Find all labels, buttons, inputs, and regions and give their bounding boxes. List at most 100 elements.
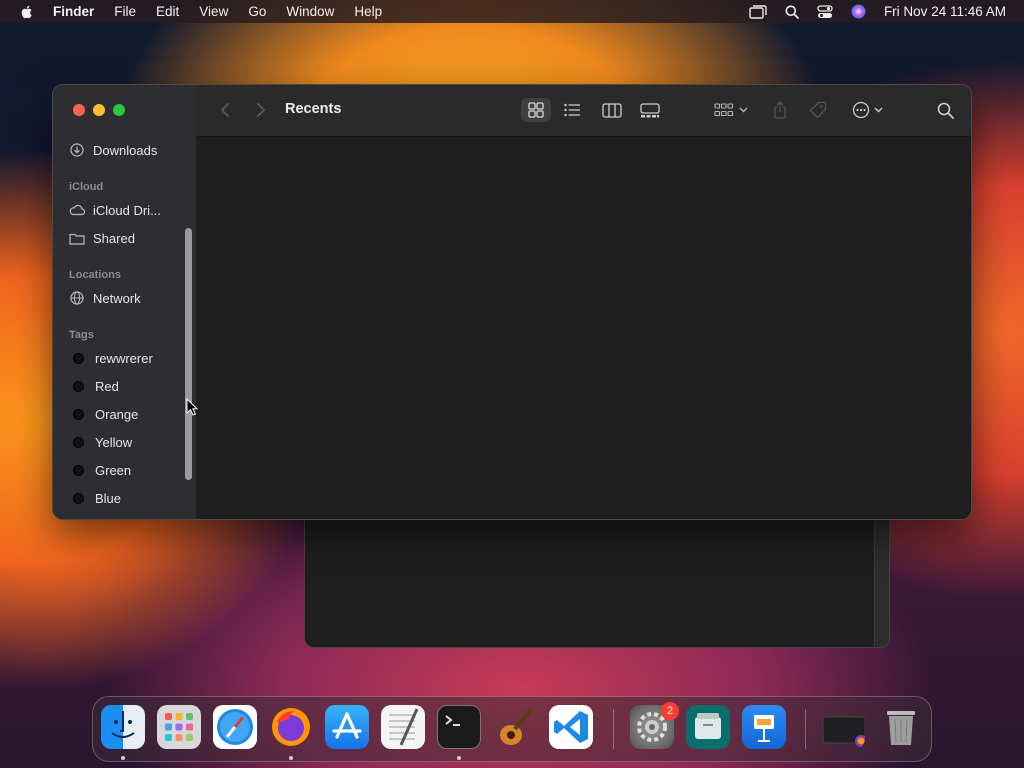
view-icons-button[interactable] xyxy=(521,98,551,122)
sidebar-item-label: Network xyxy=(93,290,141,306)
close-button[interactable] xyxy=(73,104,85,116)
view-gallery-button[interactable] xyxy=(635,98,665,122)
more-actions-icon xyxy=(852,101,869,119)
sidebar-item-label: iCloud Dri... xyxy=(93,202,161,218)
dock-downloads-stack-icon[interactable] xyxy=(821,705,865,749)
tag-dot-icon xyxy=(73,464,84,476)
menu-bar: Finder File Edit View Go Window Help Fri… xyxy=(0,0,1024,23)
more-actions-button[interactable] xyxy=(848,98,886,122)
menu-view[interactable]: View xyxy=(199,4,228,19)
dock-trash-icon[interactable] xyxy=(879,705,923,749)
file-browser-content[interactable] xyxy=(196,137,971,519)
dock-firefox-icon[interactable] xyxy=(269,705,313,749)
dock-launchpad-icon[interactable] xyxy=(157,705,201,749)
tag-dot-icon xyxy=(73,380,84,392)
gallery-view-icon xyxy=(640,102,660,117)
tag-dot-icon xyxy=(73,352,84,364)
mouse-pointer-icon xyxy=(186,398,198,416)
sidebar-item-shared[interactable]: Shared xyxy=(69,227,135,249)
sidebar-tag-orange[interactable]: Orange xyxy=(69,403,138,425)
tag-dot-icon xyxy=(73,492,84,504)
search-icon xyxy=(937,102,954,119)
menu-go[interactable]: Go xyxy=(248,4,266,19)
forward-button[interactable] xyxy=(252,98,270,122)
tags-button[interactable] xyxy=(807,98,829,122)
sidebar-tag-green[interactable]: Green xyxy=(69,459,131,481)
dock-textedit-icon[interactable] xyxy=(381,705,425,749)
apple-icon[interactable] xyxy=(19,4,35,20)
dock: 2 xyxy=(92,696,932,762)
dock-vscode-icon[interactable] xyxy=(549,705,593,749)
dock-separator xyxy=(613,709,614,749)
icon-view-icon xyxy=(528,102,544,118)
window-title: Recents xyxy=(285,101,342,117)
menu-bar-clock[interactable]: Fri Nov 24 11:46 AM xyxy=(884,4,1006,19)
sidebar-tag-yellow[interactable]: Yellow xyxy=(69,431,132,453)
finder-sidebar: Downloads iCloud iCloud Dri... Shared Lo… xyxy=(53,85,197,519)
dock-terminal-icon[interactable] xyxy=(437,705,481,749)
dock-archive-utility-icon[interactable] xyxy=(686,705,730,749)
sidebar-item-label: Red xyxy=(95,378,119,394)
menu-window[interactable]: Window xyxy=(286,4,334,19)
sidebar-item-downloads[interactable]: Downloads xyxy=(69,139,157,161)
sidebar-item-label: Yellow xyxy=(95,434,133,450)
sidebar-tag-red[interactable]: Red xyxy=(69,375,119,397)
share-button[interactable] xyxy=(769,98,791,122)
back-icon xyxy=(221,103,229,117)
sidebar-section-icloud: iCloud xyxy=(69,181,104,193)
group-icon xyxy=(714,103,734,117)
tag-icon xyxy=(809,101,827,119)
sidebar-tag-blue[interactable]: Blue xyxy=(69,487,121,509)
shared-folder-icon xyxy=(69,230,85,246)
minimize-button[interactable] xyxy=(93,104,105,116)
sidebar-scrollbar[interactable] xyxy=(185,228,192,480)
sidebar-item-label: Downloads xyxy=(93,142,158,158)
icloud-icon xyxy=(69,202,85,218)
view-list-button[interactable] xyxy=(558,98,586,122)
finder-window[interactable]: Downloads iCloud iCloud Dri... Shared Lo… xyxy=(52,84,972,520)
menu-edit[interactable]: Edit xyxy=(156,4,179,19)
forward-icon xyxy=(257,103,265,117)
running-indicator xyxy=(121,756,125,760)
chevron-down-icon xyxy=(739,107,748,113)
menu-bar-extras: Fri Nov 24 11:46 AM xyxy=(749,0,1024,23)
control-center-icon[interactable] xyxy=(817,4,833,19)
sidebar-item-label: Green xyxy=(95,462,132,478)
notification-badge: 2 xyxy=(661,702,679,720)
sidebar-item-label: Orange xyxy=(95,406,139,422)
finder-toolbar: Recents xyxy=(196,85,971,137)
downloads-icon xyxy=(69,142,85,158)
spotlight-search-icon[interactable] xyxy=(785,5,799,19)
network-icon xyxy=(69,290,85,306)
menu-file[interactable]: File xyxy=(114,4,136,19)
menu-help[interactable]: Help xyxy=(354,4,382,19)
screen-mirroring-icon[interactable] xyxy=(749,4,767,19)
sidebar-tag-rewwrerer[interactable]: rewwrerer xyxy=(69,347,153,369)
back-button[interactable] xyxy=(216,98,234,122)
dock-safari-icon[interactable] xyxy=(213,705,257,749)
share-icon xyxy=(774,101,786,119)
running-indicator xyxy=(289,756,293,760)
tag-dot-icon xyxy=(73,408,84,420)
sidebar-item-network[interactable]: Network xyxy=(69,287,141,309)
dock-app-store-icon[interactable] xyxy=(325,705,369,749)
sidebar-item-label: Shared xyxy=(93,230,135,246)
menu-app-name[interactable]: Finder xyxy=(53,4,94,19)
list-view-icon xyxy=(563,103,580,117)
dock-finder-icon[interactable] xyxy=(101,705,145,749)
search-button[interactable] xyxy=(934,98,956,122)
dock-keynote-icon[interactable] xyxy=(742,705,786,749)
chevron-down-icon xyxy=(874,107,882,113)
column-view-icon xyxy=(602,102,622,118)
zoom-button[interactable] xyxy=(113,104,125,116)
view-columns-button[interactable] xyxy=(597,98,627,122)
sidebar-item-icloud-drive[interactable]: iCloud Dri... xyxy=(69,199,161,221)
background-window[interactable] xyxy=(304,515,890,648)
sidebar-item-label: rewwrerer xyxy=(95,350,153,366)
sidebar-section-tags: Tags xyxy=(69,329,94,341)
siri-icon[interactable] xyxy=(851,4,866,19)
sidebar-item-label: Blue xyxy=(95,490,122,506)
dock-garageband-icon[interactable] xyxy=(493,705,537,749)
dock-separator xyxy=(805,709,806,749)
group-by-button[interactable] xyxy=(710,98,752,122)
